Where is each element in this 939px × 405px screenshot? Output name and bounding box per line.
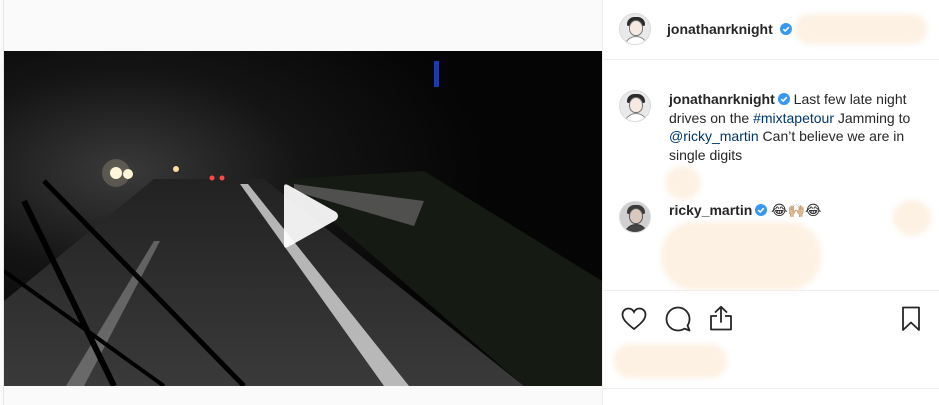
redacted-region	[795, 14, 927, 44]
media-area	[4, 0, 602, 405]
post-actions	[603, 290, 939, 346]
redacted-region	[665, 166, 701, 200]
redacted-region	[613, 344, 727, 378]
comment-text: 😂🙌🏼😂	[771, 202, 822, 218]
verified-badge-icon	[755, 204, 768, 216]
post-details-panel: jonathanrknight jonathanrknight Last few…	[602, 0, 939, 405]
caption-username[interactable]: jonathanrknight	[669, 91, 775, 107]
comment-avatar[interactable]	[619, 201, 651, 233]
caption-text: Jamming to	[834, 109, 911, 126]
video-player[interactable]	[4, 51, 602, 386]
bookmark-icon[interactable]	[901, 306, 921, 332]
author-username[interactable]: jonathanrknight	[667, 21, 773, 37]
share-icon[interactable]	[709, 305, 733, 331]
avatar[interactable]	[619, 13, 651, 45]
redacted-region	[661, 222, 821, 290]
heart-icon[interactable]	[621, 307, 647, 331]
divider	[603, 388, 939, 389]
post-caption: jonathanrknight Last few late night driv…	[669, 90, 931, 164]
verified-badge-icon	[777, 93, 790, 105]
comment-item: ricky_martin 😂🙌🏼😂	[669, 201, 821, 219]
comment-bubble-icon[interactable]	[665, 306, 691, 332]
post-author: jonathanrknight	[667, 21, 793, 39]
comment-username[interactable]: ricky_martin	[669, 202, 752, 218]
post-header: jonathanrknight	[603, 0, 939, 60]
redacted-region	[893, 200, 931, 236]
verified-badge-icon	[780, 23, 793, 35]
play-icon[interactable]	[274, 181, 344, 251]
caption-avatar[interactable]	[619, 90, 651, 122]
hashtag-link[interactable]: #mixtapetour	[753, 110, 834, 126]
mention-link[interactable]: @ricky_martin	[669, 128, 759, 144]
